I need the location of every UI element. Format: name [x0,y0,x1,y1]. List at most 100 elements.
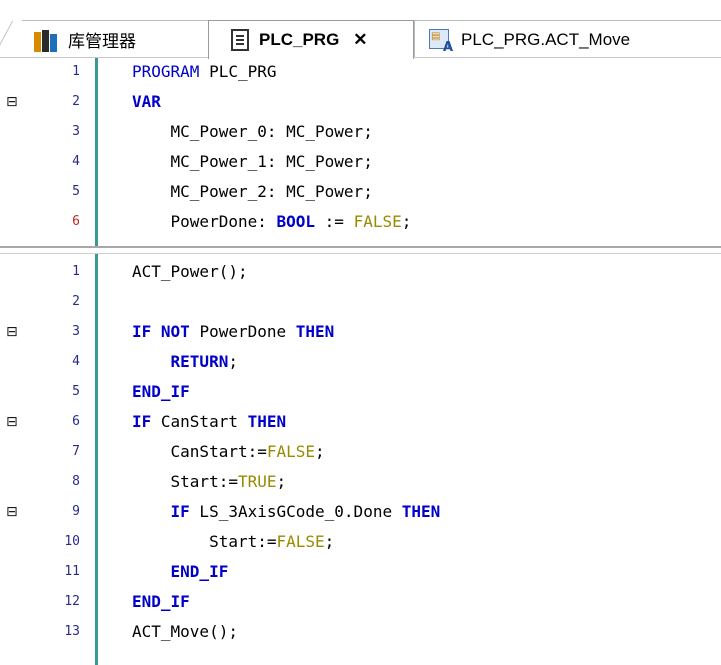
fold-toggle-icon[interactable]: ⊟ [6,318,20,346]
code-text: IF NOT PowerDone THEN [132,318,334,346]
line-number: 11 [64,564,80,579]
code-text: ACT_Power(); [132,258,248,286]
code-token: PLC_PRG [199,62,277,81]
keyword-token: RETURN [170,352,229,371]
code-line[interactable]: 11 END_IF [0,558,721,586]
code-token: := [315,212,354,231]
keyword-token: END_IF [132,592,190,611]
fold-toggle-icon[interactable]: ⊟ [6,408,20,436]
code-token: MC_Power_0: MC_Power; [132,122,373,141]
code-token: ACT_Power(); [132,262,248,281]
line-number: 9 [72,504,80,519]
declaration-editor[interactable]: 1 PROGRAM PLC_PRG ⊟ 2 VAR 3 MC_Power_0: MC_Po… [0,58,721,246]
tab-label: PLC_PRG.ACT_Move [461,29,631,49]
implementation-editor[interactable]: 1 ACT_Power(); 2 ⊟ 3 IF NOT PowerDone THEN 4 R… [0,254,721,665]
keyword-token: IF [170,502,190,521]
document-icon [231,29,249,51]
close-icon[interactable]: ✕ [353,30,367,50]
code-text: END_IF [132,378,190,406]
pane-splitter[interactable] [0,246,721,254]
line-number: 10 [64,534,80,549]
code-token: PowerDone: [132,212,277,231]
line-number: 12 [64,594,80,609]
tab-label: 库管理器 [68,32,136,51]
code-text: IF CanStart THEN [132,408,286,436]
code-line[interactable]: ⊟ 6 IF CanStart THEN [0,408,721,436]
code-text: PROGRAM PLC_PRG [132,58,277,86]
code-line[interactable]: 2 [0,288,721,316]
action-icon: ▤ A [429,28,453,55]
keyword-token: NOT [160,322,190,341]
code-text: END_IF [132,588,190,616]
keyword-token: IF [132,412,152,431]
line-number: 8 [72,474,80,489]
code-line[interactable]: ⊟ 3 IF NOT PowerDone THEN [0,318,721,346]
code-token: ; [324,532,335,551]
code-line[interactable]: 5 END_IF [0,378,721,406]
code-text: Start:=TRUE; [132,468,287,496]
code-line[interactable]: 6 PowerDone: BOOL := FALSE; [0,208,721,236]
code-token: PowerDone [189,322,296,341]
line-number: 6 [72,414,80,429]
keyword-token: BOOL [276,212,316,231]
code-line[interactable]: 12 END_IF [0,588,721,616]
code-token: MC_Power_1: MC_Power; [132,152,373,171]
code-token: ; [228,352,238,371]
line-number: 1 [72,264,80,279]
keyword-token: THEN [247,412,287,431]
code-token: Start:= [132,532,277,551]
keyword-token: THEN [401,502,441,521]
code-token: ; [276,472,287,491]
literal-token: FALSE [276,532,325,551]
line-number: 7 [72,444,80,459]
code-text: MC_Power_1: MC_Power; [132,148,373,176]
code-token: LS_3AxisGCode_0.Done [189,502,402,521]
tab-label: PLC_PRG [259,30,340,49]
code-line[interactable]: 1 ACT_Power(); [0,258,721,286]
code-text: END_IF [132,558,229,586]
code-line[interactable]: ⊟ 2 VAR [0,88,721,116]
tab-edge [0,21,32,59]
literal-token: FALSE [266,442,316,461]
fold-toggle-icon[interactable]: ⊟ [6,498,20,526]
code-token: MC_Power_2: MC_Power; [132,182,373,201]
code-line[interactable]: 4 RETURN; [0,348,721,376]
fold-toggle-icon[interactable]: ⊟ [6,88,20,116]
code-line[interactable]: ⊟ 9 IF LS_3AxisGCode_0.Done THEN [0,498,721,526]
line-number: 3 [72,124,80,139]
code-line[interactable]: 7 CanStart:=FALSE; [0,438,721,466]
keyword-token: END_IF [170,562,229,581]
tab-library-manager[interactable]: 库管理器 [0,20,232,59]
code-line[interactable]: 5 MC_Power_2: MC_Power; [0,178,721,206]
code-token: CanStart [151,412,248,431]
code-token: ACT_Move(); [132,622,238,641]
code-text: RETURN; [132,348,238,376]
line-number: 2 [72,94,80,109]
code-line[interactable]: 8 Start:=TRUE; [0,468,721,496]
code-line[interactable]: 10 Start:=FALSE; [0,528,721,556]
code-text: MC_Power_2: MC_Power; [132,178,373,206]
code-text: VAR [132,88,161,116]
code-line[interactable]: 3 MC_Power_0: MC_Power; [0,118,721,146]
line-number: 1 [72,64,80,79]
keyword-token: THEN [295,322,335,341]
keyword-token: PROGRAM [132,62,200,81]
keyword-token: IF [132,322,152,341]
tab-plc-prg[interactable]: PLC_PRG ✕ [208,20,414,59]
code-token: Start:= [132,472,238,491]
code-text: IF LS_3AxisGCode_0.Done THEN [132,498,441,526]
literal-token: TRUE [237,472,277,491]
code-line[interactable]: 1 PROGRAM PLC_PRG [0,58,721,86]
line-number: 4 [72,154,80,169]
code-token: ; [401,212,412,231]
code-line[interactable]: 4 MC_Power_1: MC_Power; [0,148,721,176]
line-number: 5 [72,184,80,199]
tab-act-move[interactable]: ▤ A PLC_PRG.ACT_Move [414,20,721,58]
editor-tab-bar: 库管理器 PLC_PRG ✕ ▤ A PLC_PRG.ACT_Move [0,0,721,59]
line-number: 4 [72,354,80,369]
code-line[interactable]: 13 ACT_Move(); [0,618,721,646]
